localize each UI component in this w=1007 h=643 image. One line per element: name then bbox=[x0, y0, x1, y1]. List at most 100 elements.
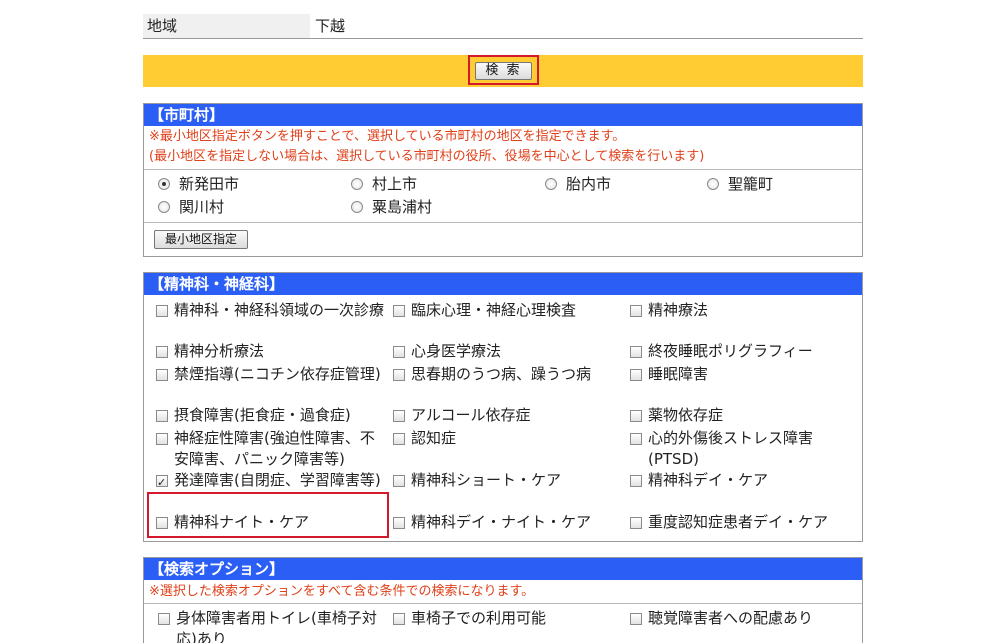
checkbox[interactable] bbox=[156, 346, 168, 358]
option-accessible-toilet[interactable]: 身体障害者用トイレ(車椅子対応)あり bbox=[158, 608, 390, 643]
checkbox[interactable] bbox=[393, 613, 405, 625]
region-label: 地域 bbox=[143, 14, 310, 38]
search-options-notice-row: ※選択した検索オプションをすべて含む条件での検索になります。 bbox=[144, 580, 862, 604]
psychiatry-panel: 【精神科・神経科】 精神科・神経科領域の一次診療 臨床心理・神経心理検査 精神療… bbox=[143, 272, 863, 542]
checkbox[interactable] bbox=[630, 369, 642, 381]
radio-tainai-label: 胎内市 bbox=[566, 175, 612, 193]
psych-option-developmental-disorder[interactable]: 発達障害(自閉症、学習障害等) bbox=[156, 470, 388, 493]
search-button-highlight: 検 索 bbox=[468, 55, 539, 85]
psych-option-day-care[interactable]: 精神科デイ・ケア bbox=[630, 470, 862, 491]
checkbox[interactable] bbox=[630, 346, 642, 358]
checkbox[interactable] bbox=[630, 433, 642, 445]
psych-option-smoking-cessation[interactable]: 禁煙指導(ニコチン依存症管理) bbox=[156, 364, 388, 385]
radio-seiro[interactable]: 聖籠町 bbox=[707, 173, 773, 195]
radio-murakami-button[interactable] bbox=[351, 178, 363, 190]
psych-option-label: 終夜睡眠ポリグラフィー bbox=[648, 342, 813, 360]
checkbox[interactable] bbox=[393, 517, 405, 529]
radio-awashimaura-button[interactable] bbox=[351, 201, 363, 213]
checkbox-checked[interactable] bbox=[156, 472, 168, 493]
option-label: 身体障害者用トイレ(車椅子対応)あり bbox=[176, 609, 377, 643]
checkbox[interactable] bbox=[630, 517, 642, 529]
radio-awashimaura[interactable]: 粟島浦村 bbox=[351, 196, 432, 218]
psych-option-label: 精神科ショート・ケア bbox=[411, 471, 562, 489]
psych-option-ptsd[interactable]: 心的外傷後ストレス障害(PTSD) bbox=[630, 428, 862, 470]
psych-option-label: アルコール依存症 bbox=[411, 406, 531, 424]
checkbox[interactable] bbox=[393, 305, 405, 317]
checkbox[interactable] bbox=[158, 613, 170, 625]
checkbox[interactable] bbox=[630, 305, 642, 317]
min-area-button[interactable]: 最小地区指定 bbox=[154, 230, 248, 249]
psych-option-label: 認知症 bbox=[411, 429, 457, 447]
radio-sekikawa[interactable]: 関川村 bbox=[158, 196, 224, 218]
checkbox[interactable] bbox=[156, 305, 168, 317]
option-hearing-impaired[interactable]: 聴覚障害者への配慮あり bbox=[630, 608, 862, 629]
psych-option-label: 精神科デイ・ナイト・ケア bbox=[411, 513, 592, 531]
radio-tainai[interactable]: 胎内市 bbox=[545, 173, 611, 195]
radio-murakami-label: 村上市 bbox=[372, 175, 418, 193]
option-wheelchair-access[interactable]: 車椅子での利用可能 bbox=[393, 608, 625, 629]
psych-option-label: 重度認知症患者デイ・ケア bbox=[648, 513, 829, 531]
psych-option-day-night-care[interactable]: 精神科デイ・ナイト・ケア bbox=[393, 512, 625, 533]
checkbox[interactable] bbox=[156, 517, 168, 529]
psych-option-label: 禁煙指導(ニコチン依存症管理) bbox=[174, 365, 381, 383]
municipality-options: 新発田市 村上市 胎内市 聖籠町 関川村 粟島浦村 bbox=[144, 170, 862, 223]
checkbox[interactable] bbox=[156, 369, 168, 381]
psych-option-label: 発達障害(自閉症、学習障害等) bbox=[174, 471, 381, 489]
radio-shibata-label: 新発田市 bbox=[179, 175, 240, 193]
psych-option-label: 精神療法 bbox=[648, 301, 709, 319]
psych-option-label: 心的外傷後ストレス障害(PTSD) bbox=[648, 429, 814, 468]
checkbox[interactable] bbox=[630, 410, 642, 422]
radio-tainai-button[interactable] bbox=[545, 178, 557, 190]
search-options-panel: 【検索オプション】 ※選択した検索オプションをすべて含む条件での検索になります。… bbox=[143, 557, 863, 643]
radio-sekikawa-button[interactable] bbox=[158, 201, 170, 213]
psych-option-psychoanalysis[interactable]: 精神分析療法 bbox=[156, 341, 388, 362]
radio-seiro-label: 聖籠町 bbox=[728, 175, 774, 193]
psych-option-drug-dependence[interactable]: 薬物依存症 bbox=[630, 405, 862, 426]
psych-option-psychotherapy[interactable]: 精神療法 bbox=[630, 300, 862, 321]
option-label: 聴覚障害者への配慮あり bbox=[648, 609, 814, 627]
psych-option-eating-disorder[interactable]: 摂食障害(拒食症・過食症) bbox=[156, 405, 388, 426]
radio-shibata-button[interactable] bbox=[158, 178, 170, 190]
psych-option-label: 神経症性障害(強迫性障害、不安障害、パニック障害等) bbox=[174, 429, 375, 468]
psych-option-adolescent-depression[interactable]: 思春期のうつ病、躁うつ病 bbox=[393, 364, 625, 385]
psych-option-night-care[interactable]: 精神科ナイト・ケア bbox=[156, 512, 388, 533]
checkbox[interactable] bbox=[630, 475, 642, 487]
search-options-notice: ※選択した検索オプションをすべて含む条件での検索になります。 bbox=[149, 584, 535, 599]
psych-option-neurotic-disorder[interactable]: 神経症性障害(強迫性障害、不安障害、パニック障害等) bbox=[156, 428, 388, 470]
checkbox[interactable] bbox=[393, 369, 405, 381]
checkbox[interactable] bbox=[393, 433, 405, 445]
checkbox[interactable] bbox=[393, 346, 405, 358]
psych-option-dementia-day-care[interactable]: 重度認知症患者デイ・ケア bbox=[630, 512, 862, 533]
psych-option-label: 精神科ナイト・ケア bbox=[174, 513, 310, 531]
psych-option-dementia[interactable]: 認知症 bbox=[393, 428, 625, 449]
checkbox[interactable] bbox=[393, 475, 405, 487]
psych-option-polysomnography[interactable]: 終夜睡眠ポリグラフィー bbox=[630, 341, 862, 362]
municipality-header: 【市町村】 bbox=[144, 104, 862, 126]
checkbox[interactable] bbox=[393, 410, 405, 422]
region-row: 地域 下越 bbox=[143, 14, 863, 39]
checkbox[interactable] bbox=[156, 433, 168, 445]
option-label: 車椅子での利用可能 bbox=[411, 609, 547, 627]
psych-option-label: 精神科・神経科領域の一次診療 bbox=[174, 301, 385, 319]
municipality-notice: ※最小地区指定ボタンを押すことで、選択している市町村の地区を指定できます。 (最… bbox=[144, 126, 862, 170]
search-options-list: 身体障害者用トイレ(車椅子対応)あり 車椅子での利用可能 聴覚障害者への配慮あり bbox=[144, 604, 862, 643]
region-value: 下越 bbox=[315, 17, 346, 35]
radio-seiro-button[interactable] bbox=[707, 178, 719, 190]
psychiatry-options: 精神科・神経科領域の一次診療 臨床心理・神経心理検査 精神療法 精神分析療法 心… bbox=[144, 295, 862, 541]
psych-option-primary-care[interactable]: 精神科・神経科領域の一次診療 bbox=[156, 300, 388, 321]
psych-option-sleep-disorder[interactable]: 睡眠障害 bbox=[630, 364, 862, 385]
radio-shibata[interactable]: 新発田市 bbox=[158, 173, 239, 195]
radio-murakami[interactable]: 村上市 bbox=[351, 173, 417, 195]
psych-option-psych-test[interactable]: 臨床心理・神経心理検査 bbox=[393, 300, 625, 321]
psych-option-psychosomatic[interactable]: 心身医学療法 bbox=[393, 341, 625, 362]
checkbox[interactable] bbox=[630, 613, 642, 625]
radio-sekikawa-label: 関川村 bbox=[179, 198, 225, 216]
search-button[interactable]: 検 索 bbox=[475, 62, 532, 80]
psych-option-alcohol-dependence[interactable]: アルコール依存症 bbox=[393, 405, 625, 426]
checkbox[interactable] bbox=[156, 410, 168, 422]
psych-option-short-care[interactable]: 精神科ショート・ケア bbox=[393, 470, 625, 491]
min-area-row: 最小地区指定 bbox=[144, 223, 862, 255]
psych-option-label: 思春期のうつ病、躁うつ病 bbox=[411, 365, 592, 383]
psych-option-label: 精神分析療法 bbox=[174, 342, 265, 360]
radio-awashimaura-label: 粟島浦村 bbox=[372, 198, 433, 216]
